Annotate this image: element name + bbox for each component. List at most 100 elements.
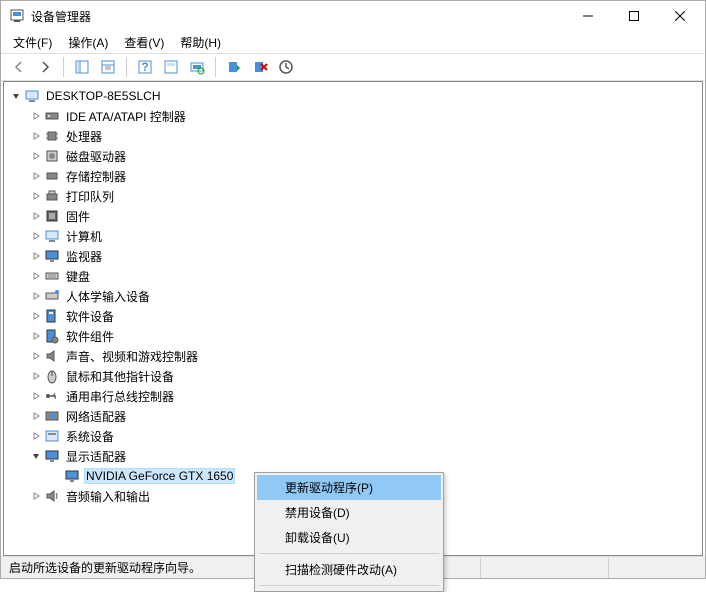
app-icon (9, 8, 25, 24)
menu-view[interactable]: 查看(V) (116, 32, 172, 53)
tree-category-label: 监视器 (64, 247, 104, 266)
tree-category[interactable]: 处理器 (4, 126, 702, 146)
tree-category-label: 鼠标和其他指针设备 (64, 367, 176, 386)
tree-root-label: DESKTOP-8E5SLCH (44, 88, 163, 104)
tree-category-label: 软件设备 (64, 307, 116, 326)
ctx-separator (259, 585, 439, 586)
tree-category[interactable]: 鼠标和其他指针设备 (4, 366, 702, 386)
help-button[interactable]: ? (133, 55, 157, 79)
device-category-icon (44, 188, 60, 204)
tree-category[interactable]: 软件组件 (4, 326, 702, 346)
uninstall-button[interactable] (248, 55, 272, 79)
tree-category[interactable]: 打印队列 (4, 186, 702, 206)
tree-category[interactable]: 键盘 (4, 266, 702, 286)
caret-right-icon[interactable] (28, 328, 44, 344)
tree-category-label: 通用串行总线控制器 (64, 387, 176, 406)
tree-category[interactable]: 磁盘驱动器 (4, 146, 702, 166)
tree-category-label: 网络适配器 (64, 407, 128, 426)
tree-category-label: 存储控制器 (64, 167, 128, 186)
device-category-icon (44, 408, 60, 424)
menubar: 文件(F) 操作(A) 查看(V) 帮助(H) (1, 31, 705, 53)
tree-category[interactable]: 系统设备 (4, 426, 702, 446)
device-category-icon (44, 388, 60, 404)
caret-right-icon[interactable] (28, 228, 44, 244)
caret-right-icon[interactable] (28, 308, 44, 324)
caret-right-icon[interactable] (28, 288, 44, 304)
caret-down-icon[interactable] (8, 88, 24, 104)
nav-back-button[interactable] (7, 55, 31, 79)
ctx-update-driver[interactable]: 更新驱动程序(P) (257, 475, 441, 500)
action-button[interactable] (159, 55, 183, 79)
status-cell-2 (489, 557, 609, 578)
caret-right-icon[interactable] (28, 248, 44, 264)
tree-category-label: IDE ATA/ATAPI 控制器 (64, 107, 188, 126)
properties-button[interactable] (96, 55, 120, 79)
tree-category-label: 打印队列 (64, 187, 116, 206)
device-category-icon (44, 248, 60, 264)
tree-category[interactable]: 固件 (4, 206, 702, 226)
device-category-icon (44, 348, 60, 364)
show-hide-tree-button[interactable] (70, 55, 94, 79)
tree-category-label: 显示适配器 (64, 447, 128, 466)
tree-category[interactable]: 计算机 (4, 226, 702, 246)
caret-right-icon[interactable] (28, 208, 44, 224)
tree-root[interactable]: DESKTOP-8E5SLCH (4, 86, 702, 106)
scan-hardware-button[interactable] (185, 55, 209, 79)
caret-right-icon[interactable] (28, 168, 44, 184)
menu-action[interactable]: 操作(A) (60, 32, 116, 53)
device-category-icon (44, 168, 60, 184)
caret-right-icon[interactable] (28, 428, 44, 444)
device-category-icon (44, 428, 60, 444)
device-category-icon (44, 108, 60, 124)
tree-category[interactable]: 显示适配器 (4, 446, 702, 466)
tree-category-label: 人体学输入设备 (64, 287, 152, 306)
device-category-icon (44, 288, 60, 304)
tree-category-label: 声音、视频和游戏控制器 (64, 347, 200, 366)
update-driver-button[interactable] (222, 55, 246, 79)
menu-help[interactable]: 帮助(H) (172, 32, 229, 53)
menu-file[interactable]: 文件(F) (5, 32, 60, 53)
tree-category[interactable]: 声音、视频和游戏控制器 (4, 346, 702, 366)
tree-device-label: NVIDIA GeForce GTX 1650 (84, 468, 235, 484)
tree-category[interactable]: IDE ATA/ATAPI 控制器 (4, 106, 702, 126)
caret-right-icon[interactable] (28, 348, 44, 364)
ctx-separator (259, 553, 439, 554)
tree-category[interactable]: 软件设备 (4, 306, 702, 326)
tree-category-label: 计算机 (64, 227, 104, 246)
device-category-icon (44, 148, 60, 164)
device-category-icon (44, 208, 60, 224)
nav-forward-button[interactable] (33, 55, 57, 79)
device-category-icon (44, 328, 60, 344)
device-category-icon (44, 448, 60, 464)
ctx-scan-hardware[interactable]: 扫描检测硬件改动(A) (257, 557, 441, 582)
caret-right-icon[interactable] (28, 148, 44, 164)
tree-category[interactable]: 存储控制器 (4, 166, 702, 186)
tree-category-label: 键盘 (64, 267, 92, 286)
caret-down-icon[interactable] (28, 448, 44, 464)
tree-category-label: 固件 (64, 207, 92, 226)
tree-category[interactable]: 通用串行总线控制器 (4, 386, 702, 406)
device-category-icon (44, 128, 60, 144)
device-category-icon (44, 488, 60, 504)
close-button[interactable] (657, 1, 703, 31)
caret-right-icon[interactable] (28, 388, 44, 404)
tree-category[interactable]: 网络适配器 (4, 406, 702, 426)
caret-right-icon[interactable] (28, 188, 44, 204)
caret-right-icon[interactable] (28, 108, 44, 124)
caret-right-icon[interactable] (28, 368, 44, 384)
caret-right-icon[interactable] (28, 128, 44, 144)
device-category-icon (44, 368, 60, 384)
minimize-button[interactable] (565, 1, 611, 31)
tree-category[interactable]: 人体学输入设备 (4, 286, 702, 306)
caret-right-icon[interactable] (28, 268, 44, 284)
tree-category-label: 处理器 (64, 127, 104, 146)
ctx-disable-device[interactable]: 禁用设备(D) (257, 500, 441, 525)
device-category-icon (44, 228, 60, 244)
tree-category[interactable]: 监视器 (4, 246, 702, 266)
disable-button[interactable] (274, 55, 298, 79)
caret-right-icon[interactable] (28, 488, 44, 504)
ctx-uninstall-device[interactable]: 卸载设备(U) (257, 525, 441, 550)
computer-icon (24, 88, 40, 104)
caret-right-icon[interactable] (28, 408, 44, 424)
maximize-button[interactable] (611, 1, 657, 31)
